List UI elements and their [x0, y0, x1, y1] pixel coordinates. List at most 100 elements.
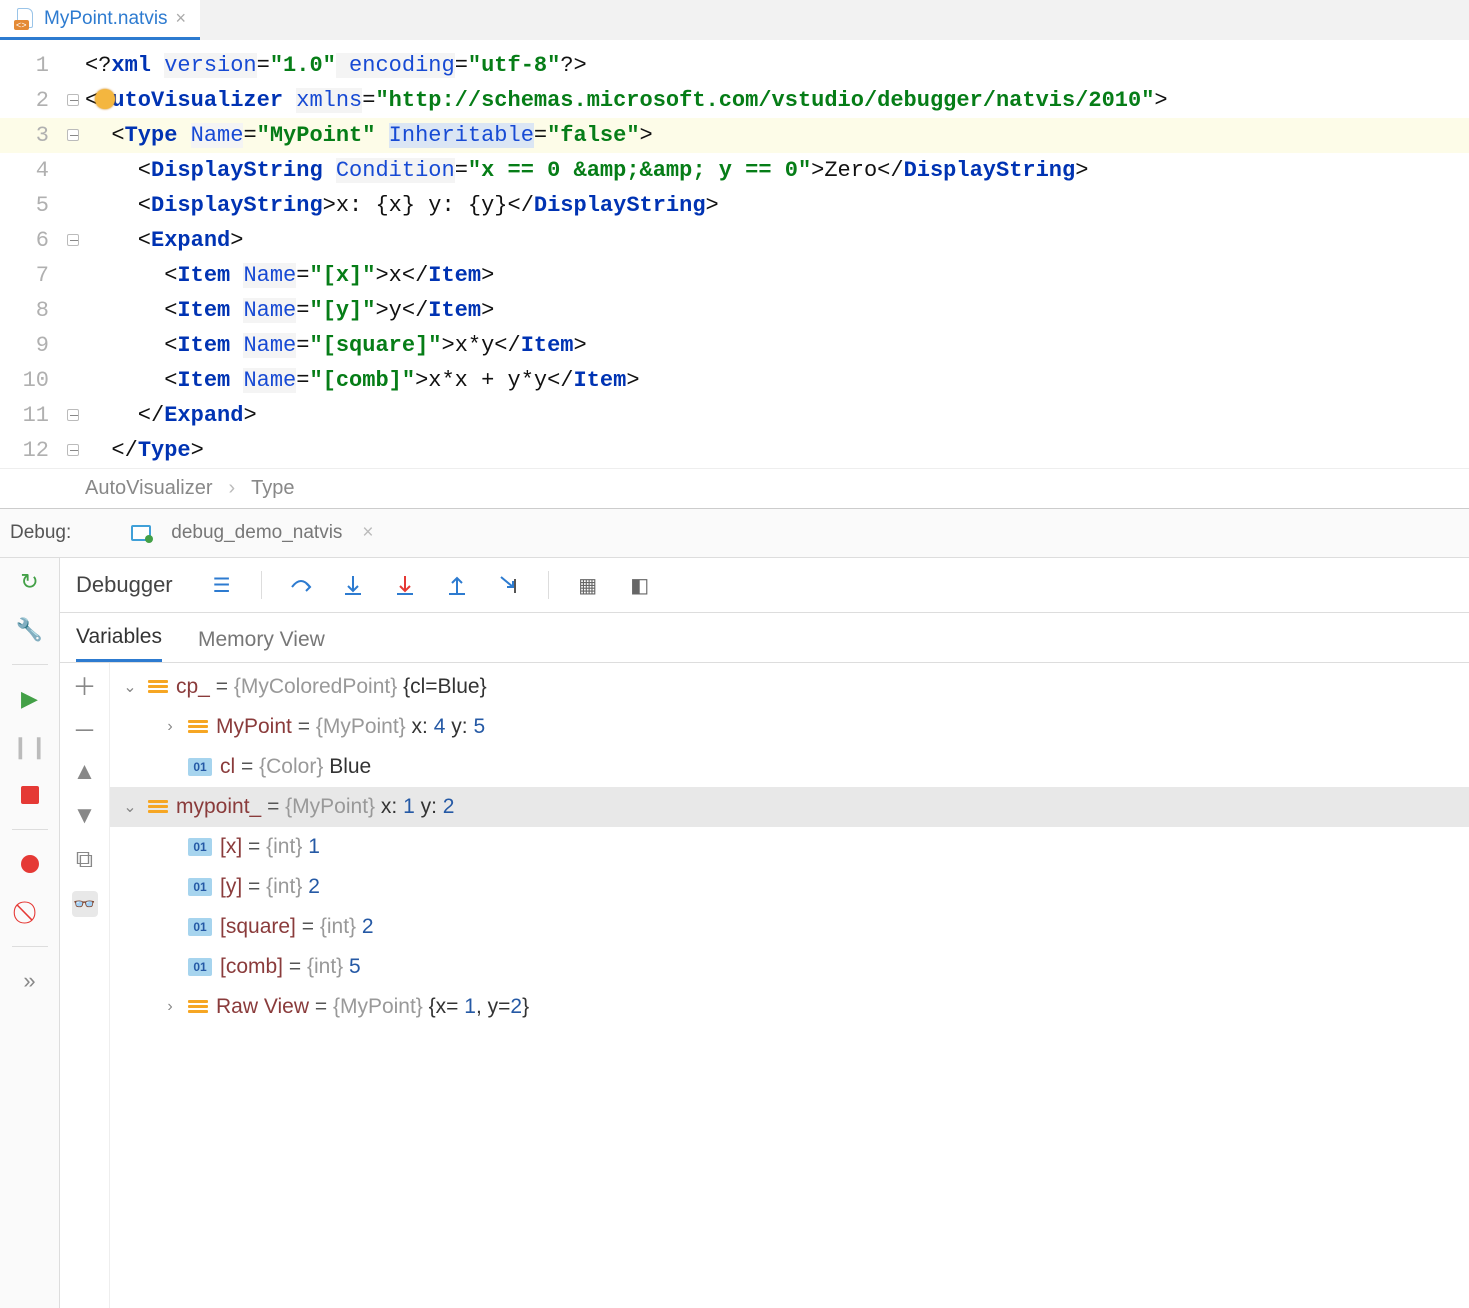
chevron-right-icon[interactable]: ›: [160, 998, 180, 1016]
tab-memory-view[interactable]: Memory View: [198, 628, 325, 662]
code-line[interactable]: <Item Name="[x]">x</Item>: [85, 258, 1469, 293]
line-number: 2: [0, 83, 85, 118]
resume-button[interactable]: ▶: [16, 685, 44, 713]
code-line[interactable]: <DisplayString>x: {x} y: {y}</DisplayStr…: [85, 188, 1469, 223]
variable-row[interactable]: › MyPoint = {MyPoint} x: 4 y: 5: [110, 707, 1469, 747]
code-line[interactable]: <Type Name="MyPoint" Inheritable="false"…: [85, 118, 1469, 153]
line-number: 9: [0, 328, 85, 363]
primitive-icon: 01: [188, 758, 212, 776]
show-watches-button[interactable]: 👓: [72, 891, 98, 917]
separator: [12, 664, 48, 665]
variable-text: MyPoint = {MyPoint} x: 4 y: 5: [216, 715, 485, 739]
line-number: 8: [0, 293, 85, 328]
variable-text: cp_ = {MyColoredPoint} {cl=Blue}: [176, 675, 487, 699]
new-watch-button[interactable]: ＋: [72, 671, 98, 697]
fold-icon[interactable]: [67, 444, 79, 456]
close-tab-icon[interactable]: ×: [176, 8, 187, 29]
code-line[interactable]: <Item Name="[square]">x*y</Item>: [85, 328, 1469, 363]
code-line[interactable]: <Item Name="[y]">y</Item>: [85, 293, 1469, 328]
primitive-icon: 01: [188, 838, 212, 856]
variable-row[interactable]: 01 [x] = {int} 1: [110, 827, 1469, 867]
line-number: 3: [0, 118, 85, 153]
intention-bulb-icon[interactable]: [95, 89, 115, 109]
debug-side-toolbar: ↻ 🔧 ▶ ❙❙ ⃠ »: [0, 558, 60, 1308]
line-number: 4: [0, 153, 85, 188]
mute-breakpoints-button[interactable]: ⃠: [16, 898, 44, 926]
code-line[interactable]: <Item Name="[comb]">x*x + y*y</Item>: [85, 363, 1469, 398]
variable-row[interactable]: 01[square] = {int} 2: [110, 907, 1469, 947]
debug-header: Debug: debug_demo_natvis ×: [0, 508, 1469, 558]
debug-label: Debug:: [10, 522, 71, 544]
fold-icon[interactable]: [67, 129, 79, 141]
code-editor[interactable]: 123456789101112 <?xml version="1.0" enco…: [0, 40, 1469, 468]
variable-row[interactable]: › Raw View = {MyPoint} {x= 1, y=2}: [110, 987, 1469, 1027]
chevron-right-icon[interactable]: ›: [160, 718, 180, 736]
breadcrumb-item[interactable]: AutoVisualizer: [85, 477, 212, 500]
step-over-button[interactable]: [288, 572, 314, 598]
code-line[interactable]: <DisplayString Condition="x == 0 &amp;&a…: [85, 153, 1469, 188]
variable-text: [x] = {int} 1: [220, 835, 320, 859]
debug-panel-tabs: Variables Memory View: [60, 613, 1469, 663]
code-line[interactable]: <AutoVisualizer xmlns="http://schemas.mi…: [85, 83, 1469, 118]
more-button[interactable]: »: [16, 967, 44, 995]
primitive-icon: 01: [188, 958, 212, 976]
variables-tree[interactable]: ⌄ cp_ = {MyColoredPoint} {cl=Blue} › MyPoin…: [110, 663, 1469, 1308]
view-breakpoints-button[interactable]: [16, 850, 44, 878]
code-line[interactable]: <?xml version="1.0" encoding="utf-8"?>: [85, 48, 1469, 83]
breadcrumb: AutoVisualizer Type: [0, 468, 1469, 508]
variable-text: mypoint_ = {MyPoint} x: 1 y: 2: [176, 795, 454, 819]
variable-text: Raw View = {MyPoint} {x= 1, y=2}: [216, 995, 529, 1019]
code-line[interactable]: </Expand>: [85, 398, 1469, 433]
editor-tab-bar: MyPoint.natvis ×: [0, 0, 1469, 40]
breadcrumb-item[interactable]: Type: [251, 477, 294, 500]
separator: [548, 571, 549, 599]
editor-tab[interactable]: MyPoint.natvis ×: [0, 0, 200, 40]
object-icon: [148, 800, 168, 814]
line-number: 7: [0, 258, 85, 293]
rerun-button[interactable]: ↻: [16, 568, 44, 596]
remove-watch-button[interactable]: －: [72, 715, 98, 741]
separator: [12, 829, 48, 830]
code-line[interactable]: <Expand>: [85, 223, 1469, 258]
tab-filename: MyPoint.natvis: [44, 8, 168, 30]
run-to-cursor-button[interactable]: [496, 572, 522, 598]
settings-button[interactable]: 🔧: [16, 616, 44, 644]
stop-button[interactable]: [16, 781, 44, 809]
step-into-button[interactable]: [340, 572, 366, 598]
variable-row[interactable]: ⌄ mypoint_ = {MyPoint} x: 1 y: 2: [110, 787, 1469, 827]
step-out-button[interactable]: [444, 572, 470, 598]
fold-icon[interactable]: [67, 94, 79, 106]
code-line[interactable]: </Type>: [85, 433, 1469, 468]
variable-row[interactable]: 01[y] = {int} 2: [110, 867, 1469, 907]
debug-config-name[interactable]: debug_demo_natvis: [171, 522, 342, 544]
run-config-icon: [131, 525, 151, 541]
variable-row[interactable]: 01[comb] = {int} 5: [110, 947, 1469, 987]
toolbar-label: Debugger: [76, 572, 173, 598]
line-number: 10: [0, 363, 85, 398]
fold-icon[interactable]: [67, 234, 79, 246]
close-session-icon[interactable]: ×: [362, 522, 373, 544]
chevron-down-icon[interactable]: ⌄: [120, 677, 140, 697]
fold-icon[interactable]: [67, 409, 79, 421]
variable-row[interactable]: ⌄ cp_ = {MyColoredPoint} {cl=Blue}: [110, 667, 1469, 707]
force-step-into-button[interactable]: [392, 572, 418, 598]
editor-content[interactable]: <?xml version="1.0" encoding="utf-8"?><A…: [85, 40, 1469, 468]
debugger-toolbar: Debugger ☰ ▦ ◧: [60, 558, 1469, 613]
object-icon: [188, 1000, 208, 1014]
variables-gutter: ＋ － ▲ ▼ ⧉ 👓: [60, 663, 110, 1308]
evaluate-expression-button[interactable]: ▦: [575, 572, 601, 598]
variable-text: [y] = {int} 2: [220, 875, 320, 899]
line-number: 11: [0, 398, 85, 433]
editor-gutter: 123456789101112: [0, 40, 85, 468]
variable-row[interactable]: 01cl = {Color} Blue: [110, 747, 1469, 787]
move-up-button[interactable]: ▲: [72, 759, 98, 785]
tab-variables[interactable]: Variables: [76, 625, 162, 662]
move-down-button[interactable]: ▼: [72, 803, 98, 829]
duplicate-watch-button[interactable]: ⧉: [72, 847, 98, 873]
show-frames-button[interactable]: ☰: [209, 572, 235, 598]
separator: [12, 946, 48, 947]
layout-settings-button[interactable]: ◧: [627, 572, 653, 598]
pause-button[interactable]: ❙❙: [16, 733, 44, 761]
primitive-icon: 01: [188, 918, 212, 936]
chevron-down-icon[interactable]: ⌄: [120, 797, 140, 817]
